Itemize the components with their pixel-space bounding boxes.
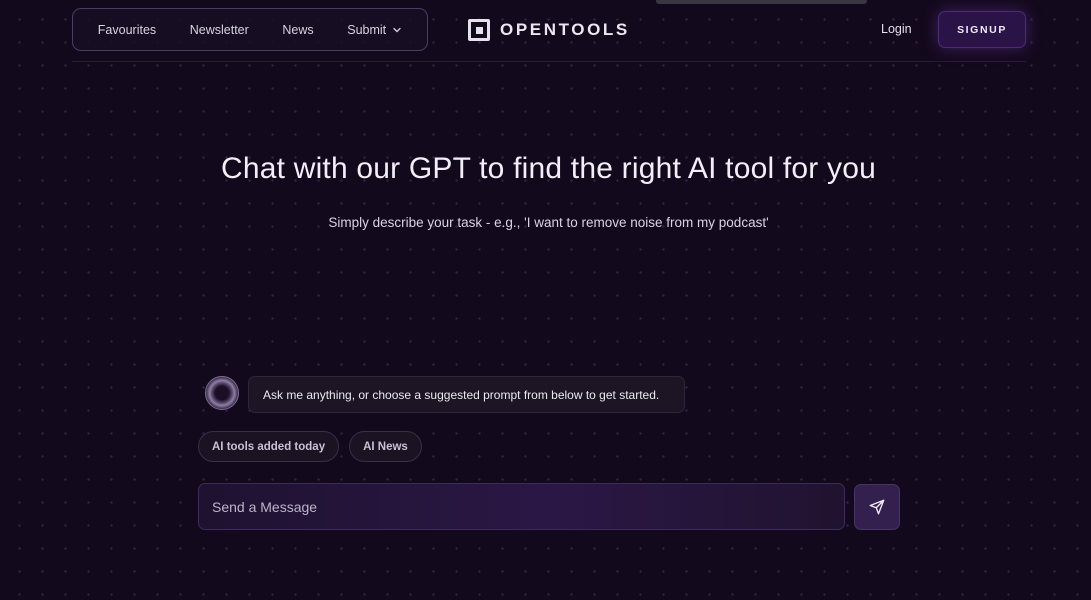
suggested-prompts: AI tools added today AI News	[198, 431, 422, 462]
site-header: Favourites Newsletter News Submit OPENTO…	[72, 8, 1026, 62]
message-input[interactable]	[198, 483, 845, 530]
send-icon	[869, 499, 885, 515]
main-nav: Favourites Newsletter News Submit	[72, 8, 428, 51]
suggestion-ai-news[interactable]: AI News	[349, 431, 422, 462]
nav-submit-label: Submit	[347, 22, 387, 37]
site-logo[interactable]: OPENTOOLS	[468, 18, 630, 42]
nav-submit-dropdown[interactable]: Submit	[341, 19, 408, 41]
login-link[interactable]: Login	[881, 22, 912, 36]
page-title: Chat with our GPT to find the right AI t…	[221, 152, 876, 185]
send-button[interactable]	[854, 484, 900, 530]
nav-favourites-label: Favourites	[97, 22, 157, 37]
opentools-logo-icon	[468, 19, 490, 41]
chevron-down-icon	[393, 27, 401, 32]
bot-avatar	[205, 376, 239, 410]
top-overlay-strip	[656, 0, 867, 4]
nav-news-label: News	[282, 22, 314, 37]
nav-news[interactable]: News	[276, 19, 319, 41]
bot-message-text: Ask me anything, or choose a suggested p…	[263, 387, 660, 402]
bot-message: Ask me anything, or choose a suggested p…	[248, 376, 685, 413]
nav-favourites[interactable]: Favourites	[92, 19, 162, 41]
signup-button[interactable]: SIGNUP	[938, 11, 1026, 48]
page-subtitle: Simply describe your task - e.g., 'I wan…	[328, 215, 769, 230]
nav-newsletter-label: Newsletter	[189, 22, 249, 37]
logo-text: OPENTOOLS	[500, 20, 630, 39]
nav-newsletter[interactable]: Newsletter	[184, 19, 255, 41]
suggestion-ai-tools-today[interactable]: AI tools added today	[198, 431, 340, 462]
